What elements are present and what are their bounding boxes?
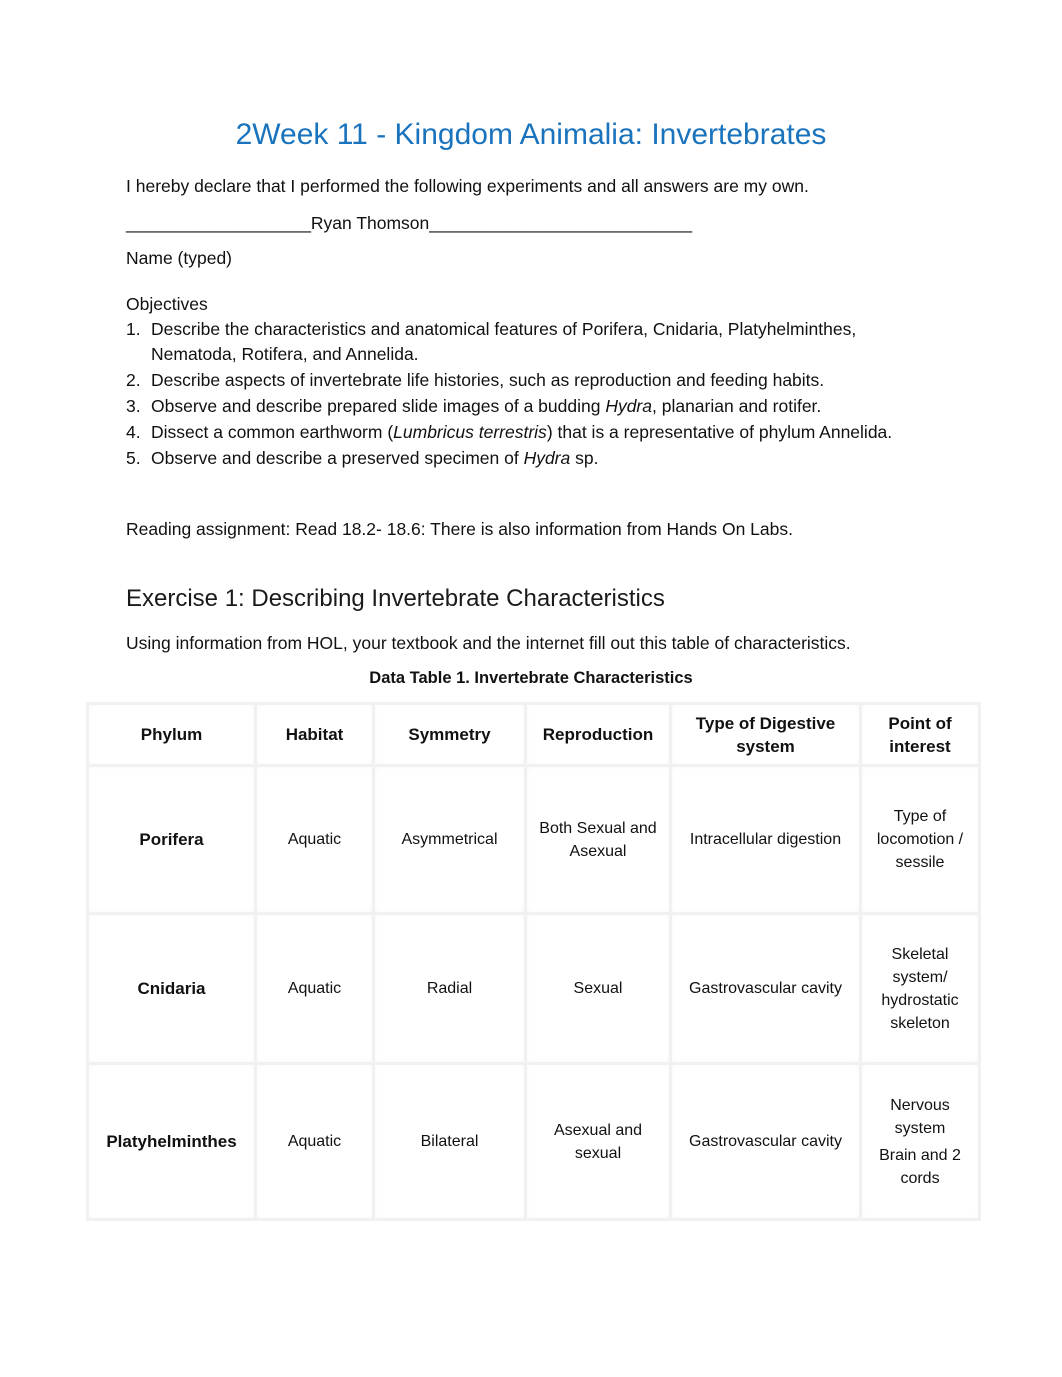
cell-reproduction[interactable]: Both Sexual and Asexual bbox=[524, 764, 672, 915]
objectives-list: 1. Describe the characteristics and anato… bbox=[126, 317, 946, 472]
objective-number: 4. bbox=[126, 422, 141, 442]
table-header-row: Phylum Habitat Symmetry Reproduction Typ… bbox=[86, 702, 981, 767]
exercise-instructions: Using information from HOL, your textboo… bbox=[126, 633, 851, 653]
cell-phylum[interactable]: Porifera bbox=[86, 764, 257, 915]
objective-text: Observe and describe a preserved specime… bbox=[151, 448, 524, 468]
poi-text: Skeletal system/ hydrostatic skeleton bbox=[881, 945, 959, 1032]
header-phylum: Phylum bbox=[86, 702, 257, 767]
cell-reproduction[interactable]: Sexual bbox=[524, 912, 672, 1065]
cell-habitat[interactable]: Aquatic bbox=[254, 912, 375, 1065]
cell-digestive[interactable]: Gastrovascular cavity bbox=[669, 1062, 862, 1221]
cell-point-of-interest[interactable]: Skeletal system/ hydrostatic skeleton bbox=[859, 912, 981, 1065]
objective-text: Observe and describe prepared slide imag… bbox=[151, 396, 606, 416]
cell-digestive[interactable]: Gastrovascular cavity bbox=[669, 912, 862, 1065]
poi-text: Nervous system bbox=[890, 1096, 950, 1137]
reading-assignment: Reading assignment: Read 18.2- 18.6: The… bbox=[126, 519, 793, 539]
header-symmetry: Symmetry bbox=[372, 702, 527, 767]
objective-text: , planarian and rotifer. bbox=[652, 396, 822, 416]
objective-item: 4. Dissect a common earthworm (Lumbricus … bbox=[126, 420, 946, 445]
table-row: Cnidaria Aquatic Radial Sexual Gastrovas… bbox=[86, 912, 981, 1065]
header-point-of-interest: Point of interest bbox=[859, 702, 981, 767]
objectives-heading: Objectives bbox=[126, 294, 208, 314]
header-digestive-system: Type of Digestive system bbox=[669, 702, 862, 767]
objective-item: 5. Observe and describe a preserved speci… bbox=[126, 446, 946, 471]
objective-text: Describe aspects of invertebrate life hi… bbox=[151, 370, 825, 390]
cell-habitat[interactable]: Aquatic bbox=[254, 1062, 375, 1221]
cell-symmetry[interactable]: Asymmetrical bbox=[372, 764, 527, 915]
signature-line: ___________________Ryan Thomson_________… bbox=[126, 213, 693, 233]
exercise-heading: Exercise 1: Describing Invertebrate Char… bbox=[126, 585, 665, 612]
objective-text: ) that is a representative of phylum Ann… bbox=[546, 422, 893, 442]
poi-text: Type of locomotion / sessile bbox=[876, 808, 964, 871]
objective-italic-text: Lumbricus terrestris bbox=[393, 422, 547, 442]
table-row: Platyhelminthes Aquatic Bilateral Asexua… bbox=[86, 1062, 981, 1221]
document-title: 2Week 11 - Kingdom Animalia: Invertebrat… bbox=[235, 118, 827, 151]
header-reproduction: Reproduction bbox=[524, 702, 672, 767]
cell-symmetry[interactable]: Bilateral bbox=[372, 1062, 527, 1221]
invertebrate-characteristics-table: Phylum Habitat Symmetry Reproduction Typ… bbox=[86, 702, 981, 1221]
objective-text: Describe the characteristics and anatomi… bbox=[151, 319, 857, 364]
objective-item: 1. Describe the characteristics and anato… bbox=[126, 317, 946, 367]
objective-number: 2. bbox=[126, 370, 141, 390]
data-table-container: Phylum Habitat Symmetry Reproduction Typ… bbox=[86, 702, 981, 1221]
objective-italic-text: Hydra bbox=[605, 396, 652, 416]
cell-phylum[interactable]: Cnidaria bbox=[86, 912, 257, 1065]
objective-number: 3. bbox=[126, 396, 141, 416]
objective-item: 2. Describe aspects of invertebrate life … bbox=[126, 368, 946, 393]
cell-point-of-interest[interactable]: Nervous system Brain and 2 cords bbox=[859, 1062, 981, 1221]
cell-phylum[interactable]: Platyhelminthes bbox=[86, 1062, 257, 1221]
table-row: Porifera Aquatic Asymmetrical Both Sexua… bbox=[86, 764, 981, 915]
cell-point-of-interest[interactable]: Type of locomotion / sessile bbox=[859, 764, 981, 915]
declaration-text: I hereby declare that I performed the fo… bbox=[126, 176, 809, 196]
document-page: 2Week 11 - Kingdom Animalia: Invertebrat… bbox=[0, 0, 1062, 1377]
cell-habitat[interactable]: Aquatic bbox=[254, 764, 375, 915]
objective-number: 1. bbox=[126, 319, 141, 339]
objective-number: 5. bbox=[126, 448, 141, 468]
cell-digestive[interactable]: Intracellular digestion bbox=[669, 764, 862, 915]
name-label: Name (typed) bbox=[126, 248, 233, 268]
objective-italic-text: Hydra bbox=[523, 448, 571, 468]
cell-reproduction[interactable]: Asexual and sexual bbox=[524, 1062, 672, 1221]
table-caption: Data Table 1. Invertebrate Characteristi… bbox=[369, 669, 693, 687]
cell-symmetry[interactable]: Radial bbox=[372, 912, 527, 1065]
objective-text: sp. bbox=[570, 448, 599, 468]
objective-text: Dissect a common earthworm ( bbox=[151, 422, 394, 442]
header-habitat: Habitat bbox=[254, 702, 375, 767]
poi-text: Brain and 2 cords bbox=[879, 1146, 961, 1187]
objective-item: 3. Observe and describe prepared slide im… bbox=[126, 394, 946, 419]
